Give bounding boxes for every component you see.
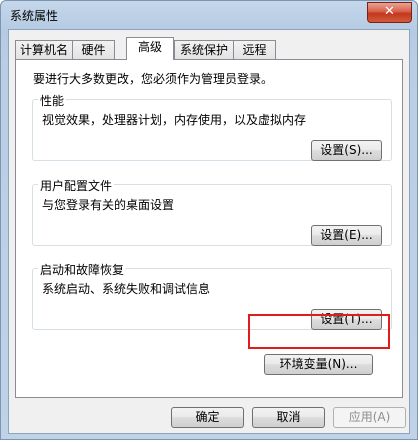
dialog-body: 计算机名 硬件 高级 系统保护 远程 要进行大多数更改，您必须作为管理员登录。 … (8, 29, 410, 434)
performance-settings-button[interactable]: 设置(S)... (311, 140, 382, 161)
close-button[interactable]: ✕ (367, 2, 412, 23)
annotation-highlight-box (248, 314, 390, 349)
tab-computer-name[interactable]: 计算机名 (15, 40, 73, 59)
performance-group: 性能 视觉效果，处理器计划，内存使用，以及虚拟内存 设置(S)... (32, 92, 392, 161)
admin-notice: 要进行大多数更改，您必须作为管理员登录。 (33, 72, 274, 86)
tab-system-protection[interactable]: 系统保护 (174, 40, 234, 59)
tab-hardware[interactable]: 硬件 (72, 40, 115, 59)
user-profiles-settings-button[interactable]: 设置(E)... (311, 225, 382, 246)
title-bar[interactable]: 系统属性 ✕ (1, 1, 417, 29)
window-title: 系统属性 (10, 9, 59, 23)
tab-advanced[interactable]: 高级 (126, 37, 174, 60)
startup-recovery-group-title: 启动和故障恢复 (38, 261, 127, 278)
ok-button[interactable]: 确定 (171, 407, 244, 428)
performance-description: 视觉效果，处理器计划，内存使用，以及虚拟内存 (42, 113, 307, 127)
startup-recovery-description: 系统启动、系统失败和调试信息 (42, 282, 211, 296)
system-properties-window: 系统属性 ✕ 计算机名 硬件 高级 系统保护 远程 要进行大多数更改，您必须作为… (0, 0, 418, 440)
tab-remote[interactable]: 远程 (233, 40, 276, 59)
environment-variables-button[interactable]: 环境变量(N)... (264, 354, 373, 375)
user-profiles-group: 用户配置文件 与您登录有关的桌面设置 设置(E)... (32, 177, 392, 246)
cancel-button[interactable]: 取消 (252, 407, 325, 428)
close-icon: ✕ (384, 4, 395, 19)
user-profiles-group-title: 用户配置文件 (38, 177, 115, 194)
user-profiles-description: 与您登录有关的桌面设置 (42, 198, 175, 212)
performance-group-title: 性能 (38, 92, 67, 109)
apply-button[interactable]: 应用(A) (333, 407, 406, 428)
